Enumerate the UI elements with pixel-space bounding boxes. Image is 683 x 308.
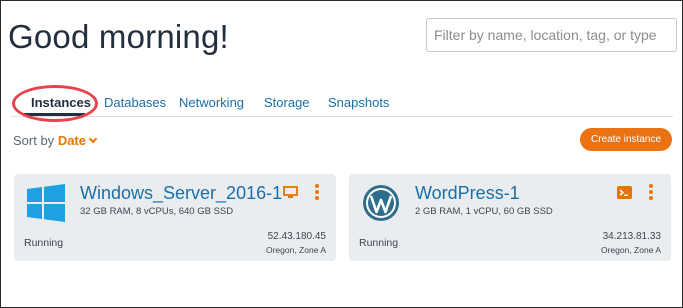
instance-spec: 32 GB RAM, 8 vCPUs, 640 GB SSD [80,206,234,217]
ssh-terminal-icon[interactable] [617,186,632,199]
tab-networking[interactable]: Networking [179,95,244,110]
tab-storage[interactable]: Storage [264,95,310,110]
filter-input[interactable] [426,18,677,52]
instance-ip: 34.213.81.33 [602,231,661,242]
instance-ip: 52.43.180.45 [267,231,326,242]
highlight-circle [12,85,98,122]
tab-snapshots[interactable]: Snapshots [328,95,389,110]
app-frame: Good morning! Instances Databases Networ… [0,0,683,308]
create-instance-button[interactable]: Create instance [580,128,672,151]
tab-databases[interactable]: Databases [104,95,166,110]
wordpress-logo-icon [363,185,399,221]
instance-name[interactable]: WordPress-1 [415,183,520,204]
rdp-monitor-icon[interactable] [283,186,298,199]
instance-status: Running [24,237,64,249]
sort-label: Sort by [13,133,55,148]
instance-card[interactable]: Windows_Server_2016-1 32 GB RAM, 8 vCPUs… [14,174,336,261]
instance-spec: 2 GB RAM, 1 vCPU, 60 GB SSD [415,206,553,217]
kebab-menu-icon[interactable] [647,184,655,200]
sort-control[interactable]: Sort by Date [13,133,98,148]
instance-name[interactable]: Windows_Server_2016-1 [80,183,282,204]
chevron-down-icon[interactable] [88,134,98,144]
tab-divider [11,116,673,117]
instance-zone: Oregon, Zone A [265,245,326,255]
instance-card[interactable]: WordPress-1 2 GB RAM, 1 vCPU, 60 GB SSD … [349,174,671,261]
kebab-menu-icon[interactable] [313,184,321,200]
page-title: Good morning! [8,18,229,55]
sort-value[interactable]: Date [58,133,86,148]
instance-status: Running [359,237,399,249]
windows-logo-icon [27,184,65,222]
instance-zone: Oregon, Zone A [600,245,661,255]
